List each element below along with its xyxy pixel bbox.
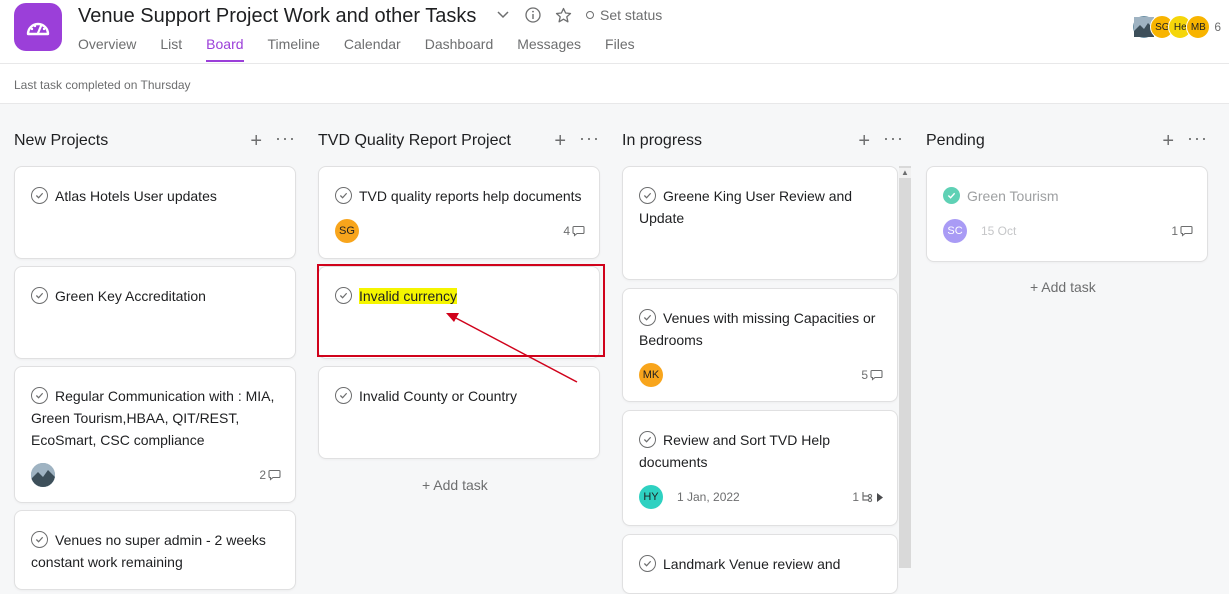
column-scrollbar[interactable]: [899, 166, 911, 568]
avatar[interactable]: HY: [639, 485, 663, 509]
add-icon[interactable]: +: [554, 130, 566, 153]
caret-right-icon: [877, 492, 883, 502]
task-card[interactable]: Regular Communication with : MIA, Green …: [14, 366, 296, 503]
task-title: Review and Sort TVD Help documents: [639, 432, 831, 470]
comment-count[interactable]: 2: [259, 468, 281, 482]
tab-dashboard[interactable]: Dashboard: [425, 36, 494, 62]
tab-calendar[interactable]: Calendar: [344, 36, 401, 62]
add-icon[interactable]: +: [1162, 130, 1174, 153]
task-meta: MK 5: [639, 363, 883, 387]
more-icon[interactable]: ···: [579, 128, 600, 149]
avatar[interactable]: SC: [943, 219, 967, 243]
task-title: Venues with missing Capacities or Bedroo…: [639, 310, 876, 348]
comment-count[interactable]: 1: [1171, 224, 1193, 238]
task-card[interactable]: TVD quality reports help documents SG 4: [318, 166, 600, 259]
task-title: Green Key Accreditation: [55, 288, 206, 304]
column-title[interactable]: In progress: [622, 132, 702, 150]
comment-count-value: 4: [563, 224, 570, 238]
task-title: Venues no super admin - 2 weeks constant…: [31, 532, 266, 570]
tab-board[interactable]: Board: [206, 36, 244, 62]
task-meta: SG 4: [335, 219, 585, 243]
column-title[interactable]: TVD Quality Report Project: [318, 132, 511, 150]
task-title: TVD quality reports help documents: [359, 188, 582, 204]
task-card[interactable]: Greene King User Review and Update: [622, 166, 898, 280]
chevron-down-icon[interactable]: [494, 6, 512, 24]
status-dot-icon: [586, 11, 594, 19]
task-card[interactable]: Venues no super admin - 2 weeks constant…: [14, 510, 296, 590]
task-card[interactable]: Green Key Accreditation: [14, 266, 296, 359]
comment-count[interactable]: 4: [563, 224, 585, 238]
tab-timeline[interactable]: Timeline: [268, 36, 320, 62]
comment-icon: [268, 469, 281, 481]
due-date[interactable]: 15 Oct: [981, 224, 1016, 238]
task-title: Greene King User Review and Update: [639, 188, 853, 226]
column-title[interactable]: New Projects: [14, 132, 108, 150]
comment-count-value: 1: [1171, 224, 1178, 238]
avatar[interactable]: MK: [639, 363, 663, 387]
comment-count-value: 5: [861, 368, 868, 382]
task-card[interactable]: Green Tourism SC 15 Oct 1: [926, 166, 1208, 262]
info-icon[interactable]: [524, 6, 542, 24]
task-title: Landmark Venue review and: [663, 556, 841, 572]
board: New Projects + ··· Atlas Hotels User upd…: [0, 104, 1229, 594]
task-card[interactable]: Landmark Venue review and: [622, 534, 898, 594]
add-icon[interactable]: +: [250, 130, 262, 153]
column-header: Pending + ···: [926, 128, 1216, 153]
member-count: 6: [1214, 20, 1221, 34]
more-icon[interactable]: ···: [275, 128, 296, 149]
project-tabs: Overview List Board Timeline Calendar Da…: [78, 36, 659, 62]
column-header: TVD Quality Report Project + ···: [318, 128, 608, 153]
comment-icon: [870, 369, 883, 381]
tab-files[interactable]: Files: [605, 36, 635, 62]
task-meta: SC 15 Oct 1: [943, 219, 1193, 243]
project-icon[interactable]: [14, 3, 62, 51]
avatar[interactable]: SG: [335, 219, 359, 243]
tab-list[interactable]: List: [160, 36, 182, 62]
column-title[interactable]: Pending: [926, 132, 985, 150]
annotation-arrow-icon: [446, 313, 578, 383]
comment-count[interactable]: 5: [861, 368, 883, 382]
status-bar: Last task completed on Thursday: [0, 64, 1229, 104]
more-icon[interactable]: ···: [1187, 128, 1208, 149]
project-header: Venue Support Project Work and other Tas…: [0, 0, 1229, 64]
comment-icon: [572, 225, 585, 237]
subtask-count[interactable]: 1: [852, 490, 883, 504]
star-icon[interactable]: [554, 6, 572, 24]
comment-icon: [1180, 225, 1193, 237]
task-card[interactable]: Venues with missing Capacities or Bedroo…: [622, 288, 898, 402]
column-header: New Projects + ···: [14, 128, 304, 153]
add-icon[interactable]: +: [858, 130, 870, 153]
task-card[interactable]: Atlas Hotels User updates: [14, 166, 296, 259]
task-title: Regular Communication with : MIA, Green …: [31, 388, 275, 448]
column-header: In progress + ···: [622, 128, 912, 153]
add-task-button[interactable]: + Add task: [1030, 279, 1096, 295]
task-meta: 2: [31, 463, 281, 487]
set-status-button[interactable]: Set status: [586, 7, 662, 23]
comment-count-value: 2: [259, 468, 266, 482]
task-title: Green Tourism: [967, 188, 1059, 204]
task-meta: HY 1 Jan, 2022 1: [639, 485, 883, 509]
task-title: Atlas Hotels User updates: [55, 188, 217, 204]
tab-messages[interactable]: Messages: [517, 36, 581, 62]
title-actions: Set status: [494, 6, 662, 24]
due-date[interactable]: 1 Jan, 2022: [677, 490, 740, 504]
project-title[interactable]: Venue Support Project Work and other Tas…: [78, 5, 476, 28]
task-card[interactable]: Review and Sort TVD Help documents HY 1 …: [622, 410, 898, 526]
add-task-button[interactable]: + Add task: [422, 477, 488, 493]
gauge-icon: [26, 22, 50, 36]
set-status-label: Set status: [600, 7, 663, 23]
last-task-completed: Last task completed on Thursday: [14, 78, 191, 92]
subtask-count-value: 1: [852, 490, 859, 504]
avatar: MB: [1186, 15, 1211, 39]
more-icon[interactable]: ···: [883, 128, 904, 149]
avatar[interactable]: [31, 463, 55, 487]
subtask-icon: [862, 492, 873, 503]
member-avatars[interactable]: SG He MB 6: [1132, 15, 1221, 39]
scroll-up-icon[interactable]: ▲: [899, 168, 911, 178]
tab-overview[interactable]: Overview: [78, 36, 136, 62]
